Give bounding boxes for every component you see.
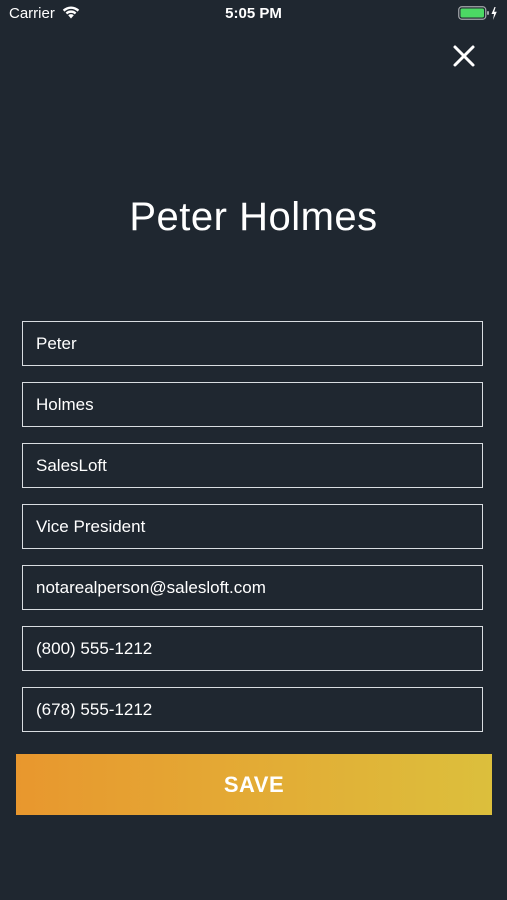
status-bar: Carrier 5:05 PM — [0, 0, 507, 28]
primary-phone-field[interactable]: (800) 555-1212 — [22, 626, 483, 671]
last-name-field[interactable]: Holmes — [22, 382, 483, 427]
charging-bolt-icon — [491, 7, 497, 20]
status-time: 5:05 PM — [225, 5, 282, 22]
job-title-field[interactable]: Vice President — [22, 504, 483, 549]
close-icon — [453, 45, 475, 67]
battery-icon — [458, 6, 498, 26]
first-name-field[interactable]: Peter — [22, 321, 483, 366]
save-button-label: SAVE — [223, 771, 285, 797]
secondary-phone-field[interactable]: (678) 555-1212 — [22, 687, 483, 732]
email-field[interactable]: notarealperson@salesloft.com — [22, 565, 483, 610]
save-button[interactable]: SAVE — [16, 754, 492, 815]
contact-name-title: Peter Holmes — [129, 195, 378, 239]
close-button[interactable] — [446, 38, 482, 74]
company-field[interactable]: SalesLoft — [22, 443, 483, 488]
